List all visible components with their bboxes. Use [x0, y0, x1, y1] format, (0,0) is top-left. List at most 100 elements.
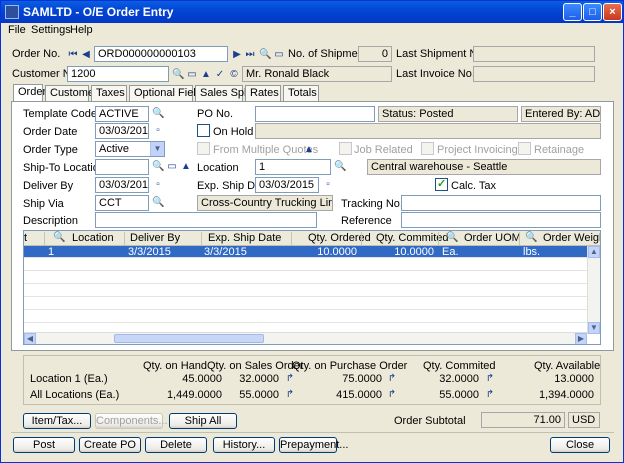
- finder-icon[interactable]: 🔍: [152, 161, 164, 173]
- menu-help[interactable]: Help: [70, 24, 93, 36]
- search-icon[interactable]: 🔍: [53, 232, 65, 244]
- exp-ship-date-field[interactable]: 03/03/2015: [255, 177, 319, 193]
- drilldown-icon[interactable]: ↱: [284, 389, 296, 401]
- last-record-icon[interactable]: ⏭: [244, 49, 256, 61]
- grid-header: t 🔍 Location Deliver By Exp. Ship Date Q…: [24, 231, 600, 246]
- on-hold-checkbox[interactable]: [197, 124, 210, 137]
- cell-order-uom: Ea.: [442, 246, 459, 258]
- col-header-order-weight[interactable]: Order Weigh: [543, 232, 600, 244]
- new-document-icon[interactable]: ▭: [273, 49, 285, 61]
- minimize-button[interactable]: _: [563, 3, 582, 21]
- currency-field: USD: [568, 412, 600, 428]
- post-button[interactable]: Post: [13, 437, 75, 453]
- on-hold-label: On Hold: [213, 126, 254, 138]
- location-field[interactable]: 1: [255, 159, 331, 175]
- zoom-up-icon[interactable]: ▲: [200, 69, 212, 81]
- drilldown-icon[interactable]: ↱: [284, 373, 296, 385]
- col-header-location[interactable]: Location: [72, 232, 114, 244]
- scroll-left-icon[interactable]: ◀: [24, 333, 36, 344]
- order-detail-grid[interactable]: t 🔍 Location Deliver By Exp. Ship Date Q…: [23, 230, 601, 345]
- order-no-field[interactable]: ORD000000000103: [94, 46, 228, 62]
- finder-icon[interactable]: 🔍: [172, 69, 184, 81]
- ship-all-button[interactable]: Ship All: [169, 413, 237, 429]
- first-record-icon[interactable]: ⏮: [67, 49, 79, 61]
- deliver-by-field[interactable]: 03/03/2015: [95, 177, 149, 193]
- search-icon[interactable]: 🔍: [525, 232, 537, 244]
- order-subtotal-label: Order Subtotal: [394, 415, 466, 427]
- drilldown-icon[interactable]: ↱: [386, 389, 398, 401]
- drilldown-icon[interactable]: ↱: [484, 389, 496, 401]
- scroll-thumb[interactable]: [114, 334, 264, 343]
- tab-totals[interactable]: Totals: [283, 85, 319, 101]
- table-row[interactable]: [24, 272, 588, 284]
- item-tax-button[interactable]: Item/Tax...: [23, 413, 91, 429]
- menu-settings[interactable]: Settings: [31, 24, 71, 36]
- tab-optional-fields[interactable]: Optional Fields: [129, 85, 207, 101]
- grid-horizontal-scrollbar[interactable]: ◀ ▶: [24, 332, 587, 344]
- search-icon[interactable]: 🔍: [446, 232, 458, 244]
- table-row[interactable]: [24, 298, 588, 310]
- credit-check-icon[interactable]: ©: [228, 69, 240, 81]
- tab-customer[interactable]: Customer: [45, 85, 98, 101]
- menu-bar: File Settings Help: [2, 23, 622, 39]
- finder-icon[interactable]: 🔍: [259, 49, 271, 61]
- order-date-field[interactable]: 03/03/2015: [95, 123, 149, 139]
- menu-file[interactable]: File: [8, 24, 26, 36]
- calendar-icon[interactable]: ▫: [152, 125, 164, 137]
- table-row[interactable]: [24, 259, 588, 271]
- previous-record-icon[interactable]: ◀: [80, 49, 92, 61]
- tab-sales-split[interactable]: Sales Split: [195, 85, 252, 101]
- new-document-icon[interactable]: ▭: [166, 161, 178, 173]
- reference-field[interactable]: [401, 212, 601, 228]
- col-header-order-uom[interactable]: Order UOM: [464, 232, 521, 244]
- calendar-icon[interactable]: ▫: [322, 179, 334, 191]
- next-record-icon[interactable]: ▶: [231, 49, 243, 61]
- tracking-no-field[interactable]: [401, 195, 601, 211]
- summary-value: 32.0000: [239, 373, 279, 385]
- customer-no-field[interactable]: 1200: [67, 66, 169, 82]
- finder-icon[interactable]: 🔍: [334, 161, 346, 173]
- scroll-down-icon[interactable]: ▼: [588, 322, 600, 334]
- delete-button[interactable]: Delete: [145, 437, 207, 453]
- tab-order[interactable]: Order: [13, 84, 46, 101]
- history-button[interactable]: History...: [213, 437, 275, 453]
- scroll-right-icon[interactable]: ▶: [575, 333, 587, 344]
- col-header-deliver-by[interactable]: Deliver By: [130, 232, 180, 244]
- ship-to-location-field[interactable]: [95, 159, 149, 175]
- table-row[interactable]: 1 3/3/2015 3/3/2015 10.0000 10.0000 Ea. …: [24, 246, 588, 258]
- ship-via-field[interactable]: CCT: [95, 195, 149, 211]
- grid-vertical-scrollbar[interactable]: ▲ ▼: [587, 246, 600, 334]
- col-header-line[interactable]: t: [24, 232, 27, 244]
- close-window-button[interactable]: ×: [603, 3, 622, 21]
- customer-info-icon[interactable]: ✓: [214, 69, 226, 81]
- finder-icon[interactable]: 🔍: [152, 108, 164, 120]
- description-field[interactable]: [95, 212, 317, 228]
- chevron-down-icon[interactable]: ▼: [150, 142, 164, 156]
- zoom-up-icon[interactable]: ▲: [303, 144, 315, 156]
- drilldown-icon[interactable]: ↱: [484, 373, 496, 385]
- order-no-label: Order No.: [12, 48, 61, 60]
- job-related-checkbox: [339, 142, 352, 155]
- prepayment-button[interactable]: Prepayment...: [279, 437, 348, 453]
- zoom-up-icon[interactable]: ▲: [180, 161, 192, 173]
- location-label: Location: [197, 162, 239, 174]
- col-header-exp-ship-date[interactable]: Exp. Ship Date: [208, 232, 281, 244]
- finder-icon[interactable]: 🔍: [152, 197, 164, 209]
- order-type-select[interactable]: Active ▼: [95, 141, 165, 157]
- create-po-button[interactable]: Create PO: [79, 437, 141, 453]
- po-no-field[interactable]: [255, 106, 375, 122]
- close-button[interactable]: Close: [550, 437, 610, 453]
- tab-rates[interactable]: Rates: [245, 85, 281, 101]
- maximize-button[interactable]: □: [583, 3, 602, 21]
- template-code-field[interactable]: ACTIVE: [95, 106, 149, 122]
- table-row[interactable]: [24, 285, 588, 297]
- calendar-icon[interactable]: ▫: [152, 179, 164, 191]
- tab-taxes[interactable]: Taxes: [91, 85, 127, 101]
- window-title: SAMLTD - O/E Order Entry: [23, 5, 174, 19]
- new-document-icon[interactable]: ▭: [186, 69, 198, 81]
- title-bar: SAMLTD - O/E Order Entry _ □ ×: [1, 1, 623, 23]
- drilldown-icon[interactable]: ↱: [386, 373, 398, 385]
- scroll-up-icon[interactable]: ▲: [588, 246, 600, 258]
- table-row[interactable]: [24, 311, 588, 323]
- calc-tax-checkbox[interactable]: ✓: [435, 178, 448, 191]
